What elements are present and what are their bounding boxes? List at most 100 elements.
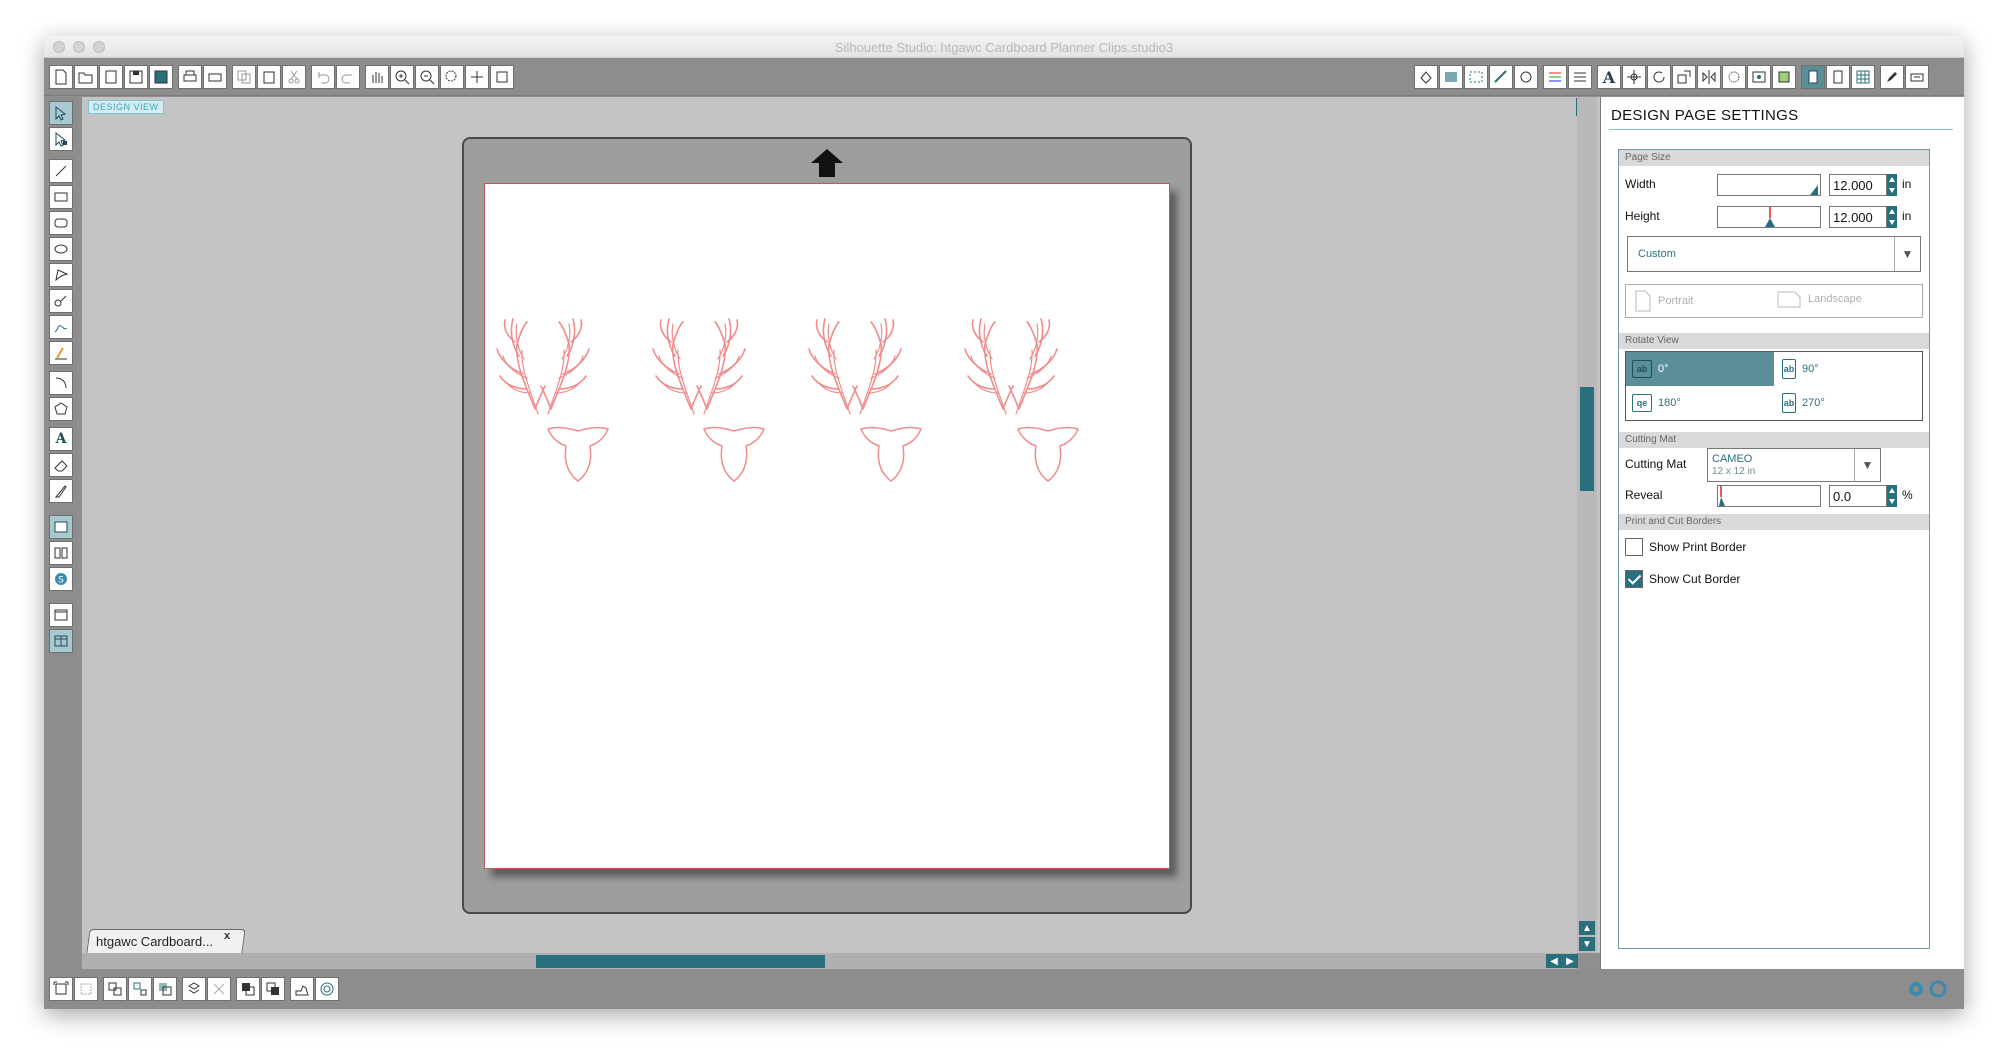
copy-button[interactable] — [232, 65, 256, 89]
knife-tool[interactable] — [49, 479, 73, 503]
deer-head-2[interactable] — [703, 426, 765, 482]
document-tab-label[interactable]: htgawc Cardboard... — [96, 934, 226, 949]
design-page[interactable] — [484, 183, 1170, 869]
rotate-90-option[interactable]: ab 90° — [1776, 352, 1924, 386]
horizontal-scroll-thumb[interactable] — [536, 955, 825, 968]
pan-button[interactable] — [365, 65, 389, 89]
show-print-border-checkbox[interactable] — [1625, 538, 1643, 556]
store-button[interactable]: S — [49, 567, 73, 591]
eraser-tool[interactable] — [49, 453, 73, 477]
fit-to-page-button[interactable] — [490, 65, 514, 89]
antler-set-4[interactable] — [965, 319, 1057, 414]
layers-button[interactable] — [1543, 65, 1567, 89]
library-button[interactable] — [49, 541, 73, 565]
vertical-scrollbar[interactable]: ▲ ▼ — [1577, 97, 1597, 953]
curve-tool[interactable] — [49, 289, 73, 313]
rotate-0-option[interactable]: ab 0° — [1626, 352, 1774, 386]
design-view-button[interactable] — [49, 515, 73, 539]
send-to-back-button[interactable] — [261, 977, 285, 1001]
show-print-border-label[interactable]: Show Print Border — [1649, 540, 1746, 554]
grid-settings-button[interactable] — [1851, 65, 1875, 89]
single-window-button[interactable] — [49, 603, 73, 627]
cut-settings-button[interactable] — [1826, 65, 1850, 89]
width-slider[interactable] — [1717, 174, 1821, 196]
height-stepper[interactable] — [1887, 206, 1897, 228]
make-compound-path-button[interactable] — [153, 977, 177, 1001]
show-cut-border-checkbox[interactable] — [1625, 570, 1643, 588]
line-weight-button[interactable] — [1568, 65, 1592, 89]
bring-to-front-button[interactable] — [236, 977, 260, 1001]
rounded-rectangle-tool[interactable] — [49, 211, 73, 235]
landscape-option[interactable]: Landscape — [1776, 289, 1862, 309]
line-color-button[interactable] — [1489, 65, 1513, 89]
page-setup-button[interactable] — [1801, 65, 1825, 89]
regular-polygon-tool[interactable] — [49, 397, 73, 421]
refresh-icon[interactable] — [1928, 979, 1948, 999]
modify-button[interactable] — [1747, 65, 1771, 89]
scale-button[interactable] — [1672, 65, 1696, 89]
design-canvas[interactable]: DESIGN VIEW — [82, 97, 1612, 953]
deer-head-3[interactable] — [860, 426, 922, 482]
edit-points-tool[interactable] — [49, 127, 73, 151]
cutting-mat-dropdown[interactable]: CAMEO 12 x 12 in ▼ — [1707, 448, 1881, 482]
mirror-button[interactable] — [1697, 65, 1721, 89]
settings-gear-icon[interactable] — [1906, 979, 1926, 999]
select-all-button[interactable] — [49, 977, 73, 1001]
width-input[interactable]: 12.000 — [1829, 174, 1887, 196]
new-document-button[interactable] — [49, 65, 73, 89]
transform-button[interactable] — [1622, 65, 1646, 89]
fill-color-button[interactable] — [1414, 65, 1438, 89]
deselect-button[interactable] — [74, 977, 98, 1001]
rotate-button[interactable] — [1647, 65, 1671, 89]
print-button[interactable] — [178, 65, 202, 89]
save-button[interactable] — [124, 65, 148, 89]
horizontal-scrollbar[interactable]: ◀ ▶ — [82, 953, 1578, 969]
text-style-button[interactable]: A — [1597, 65, 1621, 89]
save-to-library-button[interactable] — [149, 65, 173, 89]
antler-set-1[interactable] — [497, 319, 589, 414]
deer-head-1[interactable] — [547, 426, 609, 482]
split-window-button[interactable] — [49, 629, 73, 653]
reveal-input[interactable]: 0.0 — [1829, 485, 1887, 507]
rotate-270-option[interactable]: ab 270° — [1776, 386, 1924, 420]
offset-quick-button[interactable] — [315, 977, 339, 1001]
undo-button[interactable] — [311, 65, 335, 89]
portrait-option[interactable]: Portrait — [1634, 289, 1693, 313]
replicate-button[interactable] — [1722, 65, 1746, 89]
sketch-button[interactable] — [1880, 65, 1904, 89]
zoom-select-button[interactable] — [440, 65, 464, 89]
height-slider[interactable] — [1717, 206, 1821, 228]
scroll-down-button[interactable]: ▼ — [1579, 937, 1595, 951]
line-style-button[interactable] — [1514, 65, 1538, 89]
group-button[interactable] — [103, 977, 127, 1001]
fill-pattern-button[interactable] — [1464, 65, 1488, 89]
scroll-right-button[interactable]: ▶ — [1562, 954, 1578, 968]
paste-button[interactable] — [257, 65, 281, 89]
cut-button[interactable] — [282, 65, 306, 89]
zoom-in-button[interactable] — [390, 65, 414, 89]
width-stepper[interactable] — [1887, 174, 1897, 196]
weld-button[interactable] — [290, 977, 314, 1001]
vertical-scroll-thumb[interactable] — [1580, 387, 1594, 491]
close-tab-button[interactable]: x — [224, 930, 230, 942]
page-size-dropdown[interactable]: Custom ▼ — [1627, 236, 1921, 272]
redo-button[interactable] — [336, 65, 360, 89]
arc-tool[interactable] — [49, 371, 73, 395]
offset-button[interactable] — [1772, 65, 1796, 89]
height-input[interactable]: 12.000 — [1829, 206, 1887, 228]
rectangle-tool[interactable] — [49, 185, 73, 209]
delete-button[interactable] — [207, 977, 231, 1001]
freehand-tool[interactable] — [49, 315, 73, 339]
scroll-left-button[interactable]: ◀ — [1546, 954, 1562, 968]
antler-set-2[interactable] — [653, 319, 745, 414]
polygon-tool[interactable] — [49, 263, 73, 287]
deer-head-4[interactable] — [1017, 426, 1079, 482]
fill-gradient-button[interactable] — [1439, 65, 1463, 89]
open-button[interactable] — [74, 65, 98, 89]
open-library-button[interactable] — [99, 65, 123, 89]
reveal-stepper[interactable] — [1887, 485, 1897, 507]
smooth-freehand-tool[interactable] — [49, 341, 73, 365]
ellipse-tool[interactable] — [49, 237, 73, 261]
antler-set-3[interactable] — [809, 319, 901, 414]
select-tool[interactable] — [49, 101, 73, 125]
